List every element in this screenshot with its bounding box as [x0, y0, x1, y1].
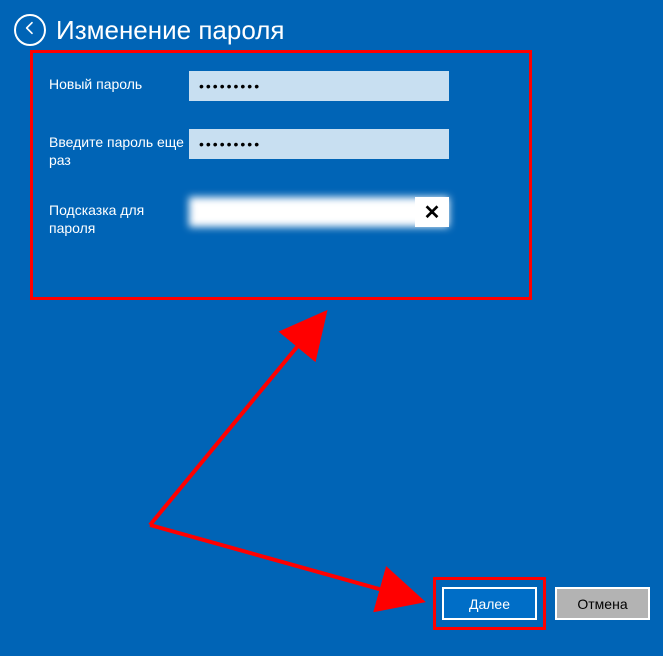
next-button-highlight: Далее — [433, 577, 546, 630]
hint-input[interactable] — [189, 197, 449, 227]
back-button[interactable] — [14, 14, 46, 46]
clear-hint-button[interactable]: ✕ — [415, 197, 449, 227]
next-button[interactable]: Далее — [442, 587, 537, 620]
close-icon: ✕ — [424, 200, 441, 225]
cancel-button[interactable]: Отмена — [555, 587, 650, 620]
new-password-row: Новый пароль — [49, 71, 513, 101]
password-form-panel: Новый пароль Введите пароль еще раз Подс… — [30, 50, 532, 300]
new-password-input[interactable] — [189, 71, 449, 101]
hint-row: Подсказка для пароля ✕ — [49, 197, 513, 237]
page-title: Изменение пароля — [56, 15, 284, 46]
new-password-label: Новый пароль — [49, 71, 189, 101]
confirm-password-row: Введите пароль еще раз — [49, 129, 513, 169]
confirm-password-input[interactable] — [189, 129, 449, 159]
back-arrow-icon — [22, 20, 38, 41]
confirm-password-label: Введите пароль еще раз — [49, 129, 189, 169]
hint-label: Подсказка для пароля — [49, 197, 189, 237]
